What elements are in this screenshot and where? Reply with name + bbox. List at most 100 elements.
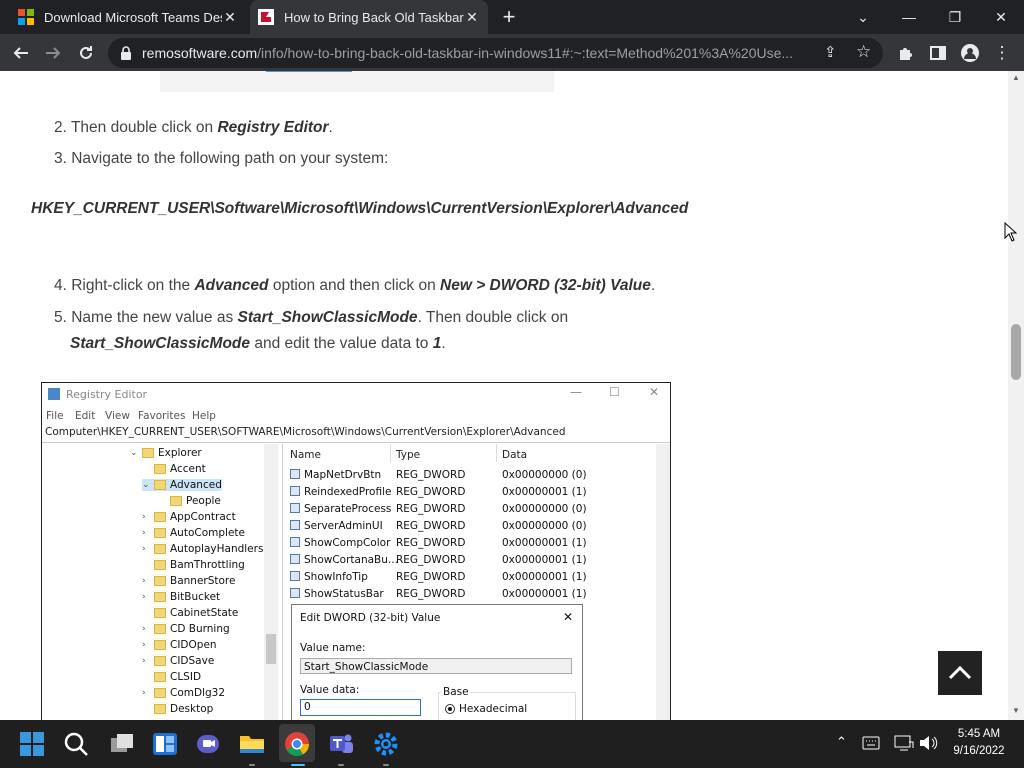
- dialog-title: Edit DWORD (32-bit) Value: [300, 612, 441, 624]
- profile-avatar-icon[interactable]: [957, 40, 983, 66]
- base-label: Base: [441, 686, 471, 698]
- registry-menu-favorites: Favorites: [138, 410, 186, 422]
- scroll-up-arrow-icon[interactable]: ▲: [1012, 73, 1020, 82]
- chrome-menu-icon[interactable]: ⋮: [989, 40, 1015, 66]
- address-bar[interactable]: remosoftware.com/info/how-to-bring-back-…: [108, 38, 883, 68]
- microsoft-logo-icon: [18, 9, 34, 25]
- tree-item: › BitBucket: [142, 591, 221, 603]
- forward-icon[interactable]: [40, 40, 66, 66]
- running-indicator-active: [291, 764, 305, 766]
- value-name-label: Value name:: [300, 642, 366, 654]
- step-5-line-2: Start_ShowClassicMode and edit the value…: [70, 335, 446, 352]
- share-icon[interactable]: ⇪: [824, 43, 837, 61]
- tab-strip: Download Microsoft Teams Desktop ✕ How t…: [0, 0, 1024, 34]
- table-cell: REG_DWORD: [396, 588, 466, 600]
- tree-item: › AutoComplete: [142, 527, 245, 539]
- table-row: ShowCortanaBu...: [290, 554, 398, 566]
- base-group: Base Hexadecimal: [438, 686, 576, 720]
- reg-value-icon: [290, 571, 300, 581]
- back-icon[interactable]: [8, 40, 34, 66]
- windows-start-icon[interactable]: [18, 730, 46, 758]
- table-cell: REG_DWORD: [396, 520, 466, 532]
- tree-item: ⌄ Explorer: [130, 447, 202, 459]
- table-cell: 0x00000001 (1): [502, 588, 587, 600]
- column-name: Name: [290, 449, 321, 461]
- tree-item: › CIDOpen: [142, 639, 217, 651]
- column-type: Type: [396, 449, 421, 461]
- volume-icon[interactable]: [918, 735, 938, 751]
- teams-icon[interactable]: [327, 730, 355, 758]
- network-icon[interactable]: [894, 734, 914, 752]
- windows-taskbar: ⌃ 5:45 AM 9/16/2022: [0, 720, 1024, 768]
- registry-app-icon: [48, 388, 60, 400]
- clock-time: 5:45 AM: [957, 728, 1001, 740]
- restore-button[interactable]: ❐: [942, 4, 968, 30]
- new-tab-button[interactable]: +: [498, 6, 520, 28]
- close-window-button[interactable]: ✕: [988, 4, 1014, 30]
- table-row: ShowStatusBar: [290, 588, 384, 600]
- taskbar-clock[interactable]: 5:45 AM 9/16/2022: [948, 726, 1010, 760]
- tree-item: Desktop: [142, 703, 213, 715]
- show-hidden-icons-chevron-up-icon[interactable]: ⌃: [836, 734, 847, 750]
- tab-search-button[interactable]: ⌄: [850, 4, 876, 30]
- table-cell: 0x00000001 (1): [502, 486, 587, 498]
- table-row: ShowCompColor: [290, 537, 390, 549]
- registry-address-bar: Computer\HKEY_CURRENT_USER\SOFTWARE\Micr…: [42, 426, 670, 443]
- back-to-top-button[interactable]: [938, 651, 982, 695]
- tree-item: › ComDlg32: [142, 687, 226, 699]
- keyboard-icon[interactable]: [862, 736, 880, 750]
- chrome-icon[interactable]: [283, 730, 311, 758]
- registry-menu-edit: Edit: [75, 410, 96, 422]
- task-view-icon[interactable]: [108, 730, 136, 758]
- page-scrollbar[interactable]: ▲ ▼: [1008, 71, 1024, 720]
- settings-gear-icon[interactable]: [372, 730, 400, 758]
- reload-icon[interactable]: [73, 40, 99, 66]
- widgets-icon[interactable]: [151, 730, 179, 758]
- scrollbar-thumb[interactable]: [1011, 324, 1021, 380]
- table-cell: REG_DWORD: [396, 537, 466, 549]
- search-icon[interactable]: [62, 730, 90, 758]
- registry-menubar: File Edit View Favorites Help: [42, 407, 670, 425]
- registry-editor-screenshot: Registry Editor — ☐ ✕ File Edit View Fav…: [41, 382, 671, 720]
- minimize-button[interactable]: —: [896, 4, 922, 30]
- remo-logo-icon: [258, 9, 274, 25]
- close-tab-icon[interactable]: ✕: [222, 9, 238, 26]
- edit-dword-dialog: Edit DWORD (32-bit) Value ✕ Value name: …: [291, 604, 583, 720]
- table-row: ReindexedProfile: [290, 486, 391, 498]
- registry-maximize-icon: ☐: [609, 385, 620, 399]
- value-data-label: Value data:: [300, 684, 360, 696]
- table-cell: REG_DWORD: [396, 503, 466, 515]
- step-3: 3. Navigate to the following path on you…: [54, 150, 389, 167]
- table-cell: REG_DWORD: [396, 486, 466, 498]
- table-cell: 0x00000000 (0): [502, 469, 587, 481]
- reg-value-icon: [290, 486, 300, 496]
- clock-date: 9/16/2022: [953, 745, 1005, 757]
- values-scrollbar: [656, 444, 670, 720]
- reg-value-icon: [290, 503, 300, 513]
- table-cell: REG_DWORD: [396, 571, 466, 583]
- mouse-cursor-icon: [1004, 222, 1018, 242]
- tree-item: CabinetState: [142, 607, 238, 619]
- file-explorer-icon[interactable]: [238, 730, 266, 758]
- tree-item: › CD Burning: [142, 623, 230, 635]
- registry-title: Registry Editor: [66, 388, 148, 401]
- tab-teams-download[interactable]: Download Microsoft Teams Desktop ✕: [8, 0, 246, 34]
- table-cell: 0x00000001 (1): [502, 537, 587, 549]
- value-name-field: Start_ShowClassicMode: [300, 658, 572, 674]
- table-cell: REG_DWORD: [396, 469, 466, 481]
- tab-title: How to Bring Back Old Taskbar in Windows…: [284, 9, 464, 25]
- side-panel-icon[interactable]: [925, 40, 951, 66]
- table-cell: 0x00000001 (1): [502, 554, 587, 566]
- teams-chat-icon[interactable]: [194, 730, 222, 758]
- bookmark-star-icon[interactable]: ☆: [856, 42, 871, 62]
- tab-remosoftware-taskbar[interactable]: How to Bring Back Old Taskbar in Windows…: [250, 0, 488, 34]
- close-tab-icon[interactable]: ✕: [464, 9, 480, 26]
- extensions-puzzle-icon[interactable]: [893, 40, 919, 66]
- table-row: ShowInfoTip: [290, 571, 368, 583]
- reg-value-icon: [290, 520, 300, 530]
- scroll-down-arrow-icon[interactable]: ▼: [1012, 706, 1020, 715]
- tree-item: CLSID: [142, 671, 201, 683]
- table-cell: 0x00000001 (1): [502, 571, 587, 583]
- reg-value-icon: [290, 588, 300, 598]
- hexadecimal-radio: Hexadecimal: [445, 703, 527, 715]
